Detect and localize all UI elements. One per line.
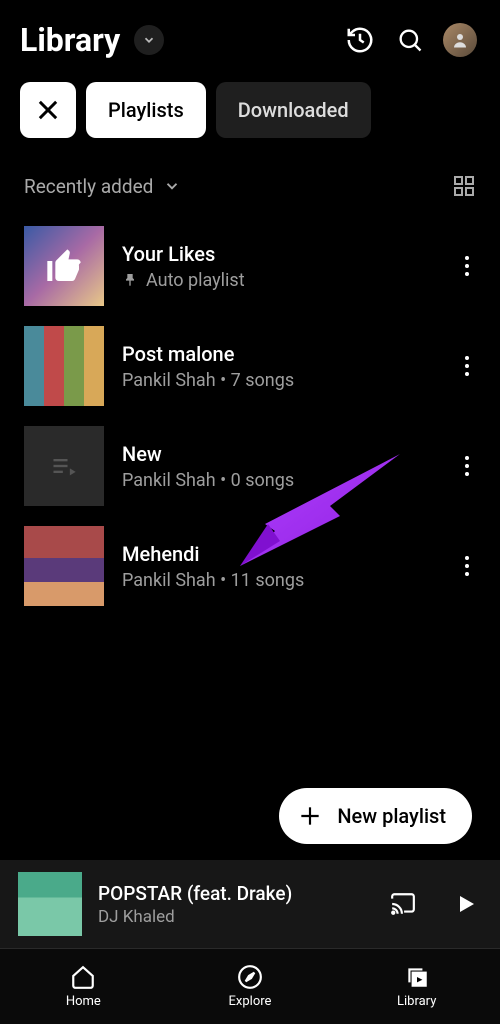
nav-explore[interactable]: Explore	[167, 949, 334, 1024]
more-options-button[interactable]	[452, 546, 482, 586]
more-options-button[interactable]	[452, 446, 482, 486]
list-item[interactable]: Post malone Pankil Shah • 7 songs	[20, 316, 486, 416]
list-item-text: New Pankil Shah • 0 songs	[122, 442, 434, 491]
nav-library[interactable]: Library	[333, 949, 500, 1024]
playlist-subtitle: Auto playlist	[122, 270, 434, 291]
playlist-icon	[50, 452, 78, 480]
chevron-down-icon	[142, 33, 156, 47]
list-item[interactable]: Mehendi Pankil Shah • 11 songs	[20, 516, 486, 616]
header: Library	[0, 0, 500, 76]
playlist-thumb	[24, 326, 104, 406]
filter-chips: Playlists Downloaded	[0, 76, 500, 146]
close-icon	[34, 96, 62, 124]
nav-label: Library	[397, 994, 436, 1009]
playlist-subtitle: Pankil Shah • 7 songs	[122, 370, 434, 391]
pin-icon	[122, 272, 138, 288]
playlist-thumb	[24, 426, 104, 506]
nav-label: Explore	[229, 994, 272, 1009]
filter-downloaded[interactable]: Downloaded	[216, 82, 371, 138]
more-vert-icon	[464, 255, 470, 277]
view-toggle-grid[interactable]	[452, 174, 476, 198]
cast-icon	[388, 891, 418, 917]
playlist-subtitle: Pankil Shah • 0 songs	[122, 470, 434, 491]
playlist-title: Post malone	[122, 342, 434, 366]
fab-label: New playlist	[337, 804, 446, 828]
miniplayer[interactable]: POPSTAR (feat. Drake) DJ Khaled	[0, 860, 500, 948]
play-button[interactable]	[442, 883, 482, 925]
sort-dropdown[interactable]: Recently added	[24, 175, 181, 198]
library-icon	[404, 964, 430, 990]
more-options-button[interactable]	[452, 346, 482, 386]
playlist-subtitle: Pankil Shah • 11 songs	[122, 570, 434, 591]
search-icon	[396, 26, 424, 54]
playlist-thumb	[24, 226, 104, 306]
new-playlist-button[interactable]: New playlist	[279, 788, 472, 844]
playlist-title: New	[122, 442, 434, 466]
search-button[interactable]	[390, 20, 430, 60]
sort-label-text: Recently added	[24, 175, 153, 198]
chip-label: Playlists	[108, 98, 184, 122]
playlist-thumb	[24, 526, 104, 606]
list-item-text: Your Likes Auto playlist	[122, 242, 434, 291]
playlist-title: Mehendi	[122, 542, 434, 566]
chip-label: Downloaded	[238, 98, 349, 122]
avatar-button[interactable]	[440, 20, 480, 60]
more-vert-icon	[464, 555, 470, 577]
thumbs-up-icon	[44, 246, 84, 286]
bottom-nav: Home Explore Library	[0, 948, 500, 1024]
nav-home[interactable]: Home	[0, 949, 167, 1024]
miniplayer-artist: DJ Khaled	[98, 907, 364, 927]
list-item-text: Post malone Pankil Shah • 7 songs	[122, 342, 434, 391]
list-item[interactable]: Your Likes Auto playlist	[20, 216, 486, 316]
miniplayer-title: POPSTAR (feat. Drake)	[98, 882, 364, 905]
miniplayer-text: POPSTAR (feat. Drake) DJ Khaled	[98, 882, 364, 927]
clear-filter-button[interactable]	[20, 82, 76, 138]
miniplayer-thumb	[18, 872, 82, 936]
playlist-list: Your Likes Auto playlist Post malone Pan…	[0, 206, 500, 616]
history-icon	[345, 25, 375, 55]
page-title: Library	[20, 21, 120, 59]
sort-row: Recently added	[0, 146, 500, 206]
playlist-title: Your Likes	[122, 242, 434, 266]
home-icon	[70, 964, 96, 990]
nav-label: Home	[66, 994, 101, 1009]
library-dropdown[interactable]	[134, 25, 164, 55]
more-vert-icon	[464, 355, 470, 377]
play-icon	[454, 891, 478, 917]
chevron-down-icon	[163, 177, 181, 195]
plus-icon	[297, 803, 323, 829]
history-button[interactable]	[340, 20, 380, 60]
more-vert-icon	[464, 455, 470, 477]
more-options-button[interactable]	[452, 246, 482, 286]
list-item-text: Mehendi Pankil Shah • 11 songs	[122, 542, 434, 591]
filter-playlists[interactable]: Playlists	[86, 82, 206, 138]
grid-icon	[452, 174, 476, 198]
list-item[interactable]: New Pankil Shah • 0 songs	[20, 416, 486, 516]
avatar	[443, 23, 477, 57]
compass-icon	[237, 964, 263, 990]
cast-button[interactable]	[380, 883, 426, 925]
